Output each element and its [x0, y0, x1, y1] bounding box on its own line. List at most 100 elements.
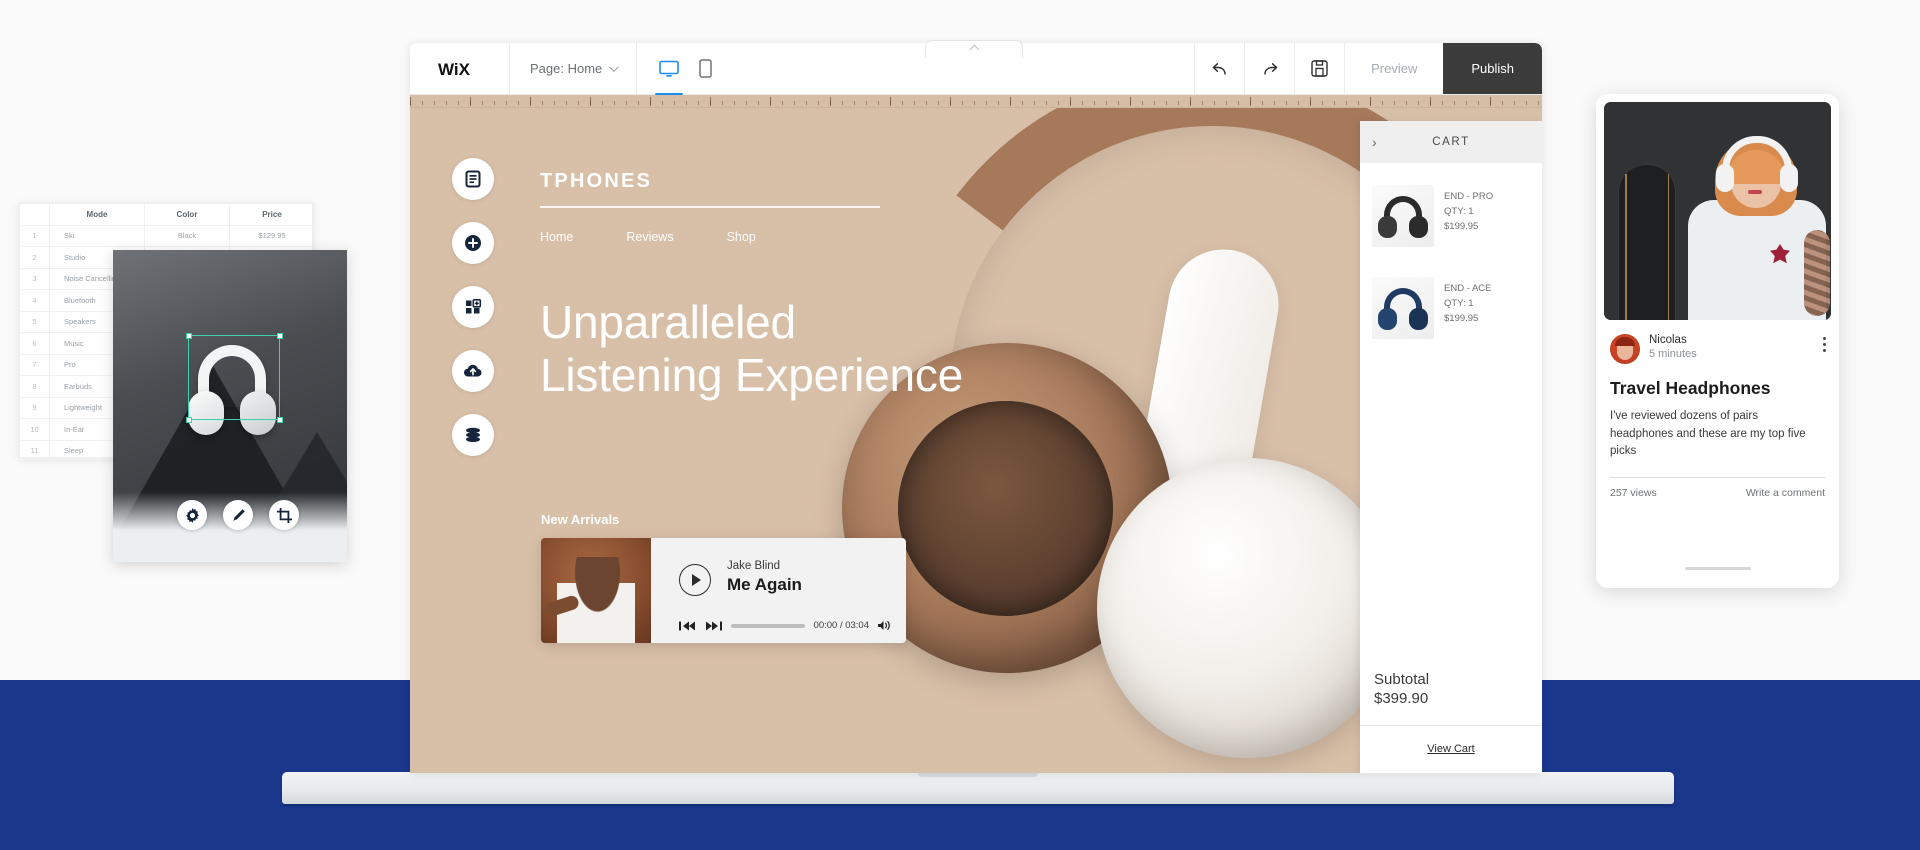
resize-handle-top-left[interactable]: [185, 332, 192, 339]
cell-color: Black: [144, 224, 230, 247]
post-author-row: Nicolas 5 minutes: [1596, 320, 1839, 364]
database-tool-button[interactable]: [452, 414, 494, 456]
skip-back-icon[interactable]: [679, 621, 696, 631]
post-author-meta: Nicolas 5 minutes: [1649, 334, 1697, 360]
canvas-ruler: [410, 92, 1542, 108]
player-artist: Jake Blind: [727, 560, 781, 572]
cell-index: 5: [19, 310, 50, 333]
cart-item-info: END - PRO QTY: 1 $199.95: [1444, 185, 1493, 247]
view-cart-link[interactable]: View Cart: [1427, 743, 1474, 755]
image-edit-button[interactable]: [223, 500, 253, 530]
lips: [1748, 190, 1762, 194]
play-icon: [692, 574, 701, 586]
play-button[interactable]: [679, 564, 711, 596]
view-cart-row: View Cart: [1374, 726, 1528, 773]
skip-forward-icon[interactable]: [705, 621, 722, 631]
cart-item-thumbnail: [1372, 277, 1434, 339]
headphone-cup-right: [1780, 164, 1798, 192]
pen-icon: [232, 508, 245, 521]
column-header-index: [19, 203, 50, 226]
desktop-view-button[interactable]: [655, 60, 684, 95]
nav-item-shop[interactable]: Shop: [727, 230, 756, 244]
kebab-menu-icon[interactable]: [1823, 337, 1826, 352]
write-comment-link[interactable]: Write a comment: [1746, 487, 1825, 499]
upload-cloud-icon: [463, 364, 482, 377]
cell-index: 2: [19, 246, 50, 269]
image-selection-box[interactable]: [185, 332, 283, 423]
headphones-band: [1722, 136, 1792, 170]
avatar: [1610, 334, 1640, 364]
undo-icon: [1212, 62, 1226, 75]
music-player-widget: Jake Blind Me Again 00:00 / 03:04: [541, 538, 906, 643]
editor-tab-handle[interactable]: [925, 40, 1023, 58]
cart-item[interactable]: END - ACE QTY: 1 $199.95: [1360, 277, 1542, 369]
brand-divider: [540, 206, 880, 208]
editor-side-tools: [452, 158, 494, 456]
column-header-color: Color: [144, 203, 230, 226]
cart-header: › CART: [1360, 121, 1542, 163]
pages-icon: [465, 170, 481, 188]
headphones-blue-thumb: [1378, 288, 1428, 332]
apps-tool-button[interactable]: [452, 286, 494, 328]
post-body: I've reviewed dozens of pairs headphones…: [1610, 410, 1806, 457]
resize-handle-bottom-left[interactable]: [185, 416, 192, 423]
nav-item-reviews[interactable]: Reviews: [626, 230, 673, 244]
tattoo-sleeve: [1804, 230, 1830, 316]
player-body: Jake Blind Me Again 00:00 / 03:04: [651, 538, 906, 643]
undo-button[interactable]: [1194, 43, 1244, 94]
hero-headline-line1: Unparalleled: [540, 295, 796, 348]
wix-editor-window: WiX Page: Home Preview Publish TPHONES H…: [410, 43, 1542, 773]
plus-icon: [465, 235, 481, 251]
image-settings-button[interactable]: [177, 500, 207, 530]
pages-tool-button[interactable]: [452, 158, 494, 200]
publish-button[interactable]: Publish: [1443, 43, 1542, 94]
toolbar-actions: Preview Publish: [1194, 43, 1542, 94]
nav-item-home[interactable]: Home: [540, 230, 573, 244]
preview-button[interactable]: Preview: [1344, 43, 1443, 94]
redo-button[interactable]: [1244, 43, 1294, 94]
svg-text:WiX: WiX: [438, 60, 471, 79]
chevron-up-icon: [969, 44, 979, 55]
headphone-cup-left: [1716, 164, 1734, 192]
skateboard: [1618, 164, 1676, 320]
resize-handle-top-right[interactable]: [276, 332, 283, 339]
mobile-icon: [699, 59, 713, 78]
publish-label: Publish: [1471, 61, 1514, 76]
cell-index: 11: [19, 439, 50, 462]
image-crop-button[interactable]: [269, 500, 299, 530]
apps-grid-icon: [466, 298, 482, 314]
cart-footer: Subtotal $399.90 View Cart: [1360, 671, 1542, 773]
mobile-view-button[interactable]: [699, 59, 713, 78]
player-controls: 00:00 / 03:04: [679, 620, 892, 631]
cart-panel: › CART END - PRO QTY: 1 $199.95 END - AC…: [1360, 121, 1542, 773]
player-progress-bar[interactable]: [731, 623, 805, 628]
cell-index: 7: [19, 353, 50, 376]
site-canvas: TPHONES Home Reviews Shop Unparalleled L…: [410, 108, 1542, 773]
page-selector-label: Page: Home: [530, 61, 603, 76]
device-switcher: [637, 43, 734, 95]
screenshot-stage: $w("#addToCartButton").onClick(async () …: [0, 0, 1920, 850]
cart-item-name: END - ACE: [1444, 283, 1492, 294]
ruler-major-ticks: [410, 95, 1542, 107]
page-selector[interactable]: Page: Home: [510, 43, 638, 94]
crop-icon: [276, 507, 292, 523]
upload-tool-button[interactable]: [452, 350, 494, 392]
preview-label: Preview: [1371, 61, 1418, 76]
add-element-button[interactable]: [452, 222, 494, 264]
save-button[interactable]: [1294, 43, 1344, 94]
cell-mode: Ski: [49, 224, 145, 247]
home-indicator: [1684, 567, 1751, 570]
table-header-row: Mode Color Price: [19, 203, 315, 226]
cart-item-qty: QTY: 1: [1444, 298, 1474, 309]
mobile-post-card: Nicolas 5 minutes Travel Headphones I've…: [1596, 94, 1839, 588]
table-row[interactable]: 1 Ski Black $129.95: [19, 224, 315, 247]
cell-index: 9: [19, 396, 50, 419]
chevron-right-icon[interactable]: ›: [1372, 134, 1377, 150]
gear-icon: [185, 507, 199, 523]
cart-item[interactable]: END - PRO QTY: 1 $199.95: [1360, 185, 1542, 277]
section-label-new-arrivals: New Arrivals: [541, 512, 620, 527]
cart-item-qty: QTY: 1: [1444, 206, 1474, 217]
volume-icon[interactable]: [878, 620, 892, 631]
resize-handle-bottom-right[interactable]: [276, 416, 283, 423]
wix-logo[interactable]: WiX: [410, 43, 510, 94]
